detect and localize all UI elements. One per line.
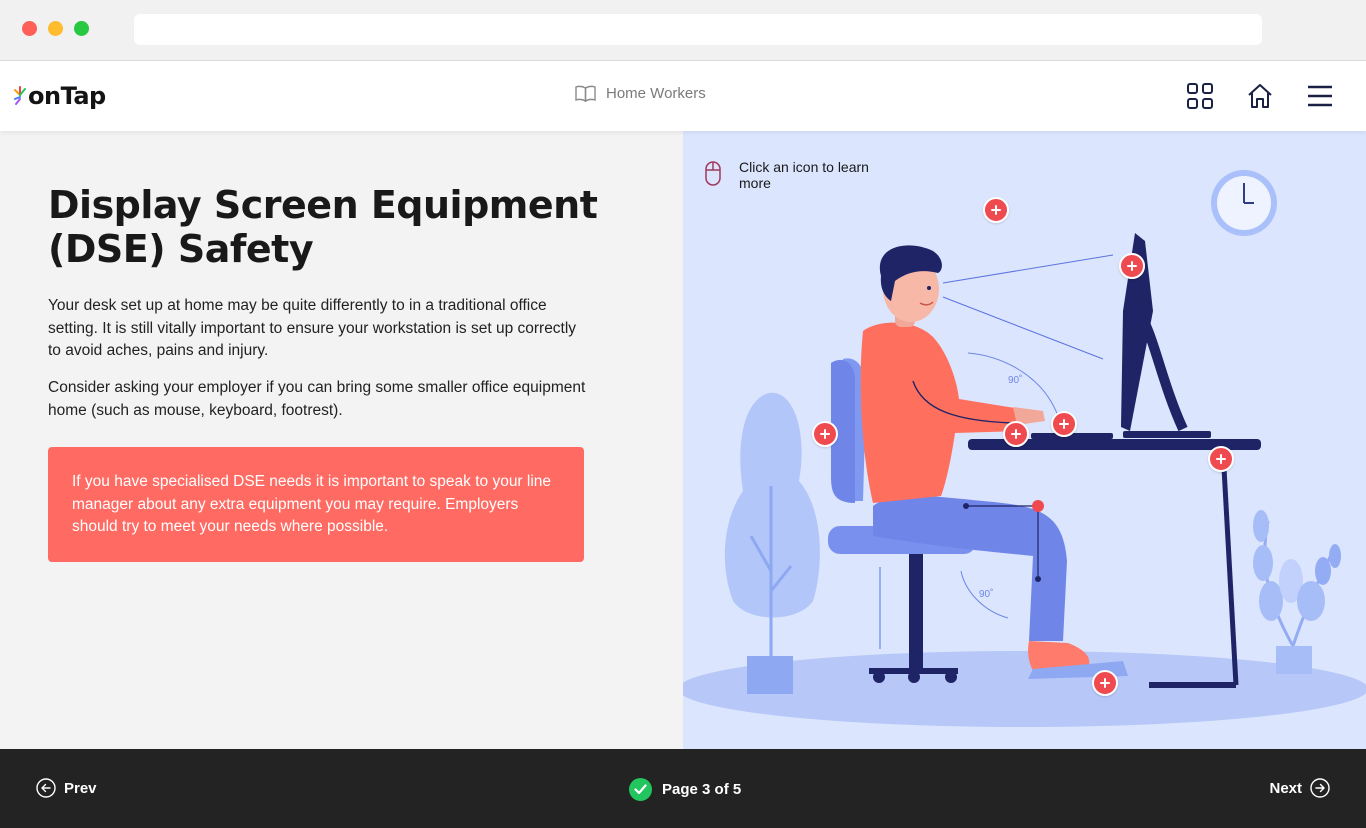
hotspot-wrists[interactable] xyxy=(1003,421,1029,447)
sight-lines xyxy=(942,254,1114,360)
advice-paragraph: Consider asking your employer if you can… xyxy=(48,379,586,419)
page-label: Page 3 of 5 xyxy=(662,781,742,798)
clock-icon xyxy=(1211,170,1277,236)
main-menu-button[interactable] xyxy=(1303,79,1337,113)
logo-text: onTap xyxy=(28,82,106,110)
hint-text: Click an icon to learn more xyxy=(739,159,869,191)
person-illustration xyxy=(860,245,1128,679)
plant-left-icon xyxy=(724,392,820,694)
hotspot-desk[interactable] xyxy=(1208,446,1234,472)
hotspot-chair[interactable] xyxy=(812,421,838,447)
arm-angle-label: 90˚ xyxy=(1008,374,1022,386)
course-title: Home Workers xyxy=(606,85,706,102)
minimize-window-button[interactable] xyxy=(48,21,63,36)
prev-label: Prev xyxy=(64,779,97,797)
page-title-line1: Display Screen Equipment xyxy=(48,183,598,227)
close-window-button[interactable] xyxy=(22,21,37,36)
course-breadcrumb: Home Workers xyxy=(575,85,706,102)
hamburger-icon xyxy=(1308,85,1332,107)
arrow-right-circle-icon xyxy=(1310,778,1330,798)
footer-nav: Prev Page 3 of 5 Next xyxy=(0,749,1366,828)
hotspot-keyboard[interactable] xyxy=(1051,411,1077,437)
ankle-dot xyxy=(1035,576,1041,582)
logo[interactable]: onTap xyxy=(14,81,106,111)
page-title: Display Screen Equipment (DSE) Safety xyxy=(48,183,648,271)
callout-text: If you have specialised DSE needs it is … xyxy=(72,473,552,535)
desk-shape xyxy=(968,439,1261,688)
next-label: Next xyxy=(1269,779,1302,797)
browser-chrome xyxy=(0,0,1366,61)
page-title-line2: (DSE) Safety xyxy=(48,227,314,271)
plant-right-icon xyxy=(1253,510,1341,674)
hip-dot xyxy=(963,503,969,509)
hotspot-footrest[interactable] xyxy=(1092,670,1118,696)
home-button[interactable] xyxy=(1243,79,1277,113)
address-bar[interactable] xyxy=(134,14,1262,45)
knee-dot xyxy=(1032,500,1044,512)
intro-paragraph: Your desk set up at home may be quite di… xyxy=(48,297,577,359)
maximize-window-button[interactable] xyxy=(74,21,89,36)
logo-sunburst-icon xyxy=(14,86,26,105)
knee-angle-label: 90˚ xyxy=(979,588,993,600)
hotspot-monitor[interactable] xyxy=(1119,253,1145,279)
app-header: onTap Home Workers xyxy=(0,61,1366,131)
check-circle-icon xyxy=(629,778,652,801)
click-hint: Click an icon to learn more xyxy=(705,159,899,191)
arrow-left-circle-icon xyxy=(36,778,56,798)
menu-grid-button[interactable] xyxy=(1183,79,1217,113)
hotspot-lighting[interactable] xyxy=(983,197,1009,223)
grid-icon xyxy=(1187,83,1213,109)
illustration-panel: 90˚ 90˚ Click an icon to learn more xyxy=(683,131,1366,749)
home-icon xyxy=(1248,84,1272,108)
callout-box: If you have specialised DSE needs it is … xyxy=(48,447,584,562)
book-icon xyxy=(575,85,596,102)
page-indicator: Page 3 of 5 xyxy=(629,778,741,801)
mouse-icon xyxy=(705,161,721,186)
content-panel: Display Screen Equipment (DSE) Safety Yo… xyxy=(0,131,683,749)
prev-button[interactable]: Prev xyxy=(36,778,97,798)
next-button[interactable]: Next xyxy=(1269,778,1330,798)
